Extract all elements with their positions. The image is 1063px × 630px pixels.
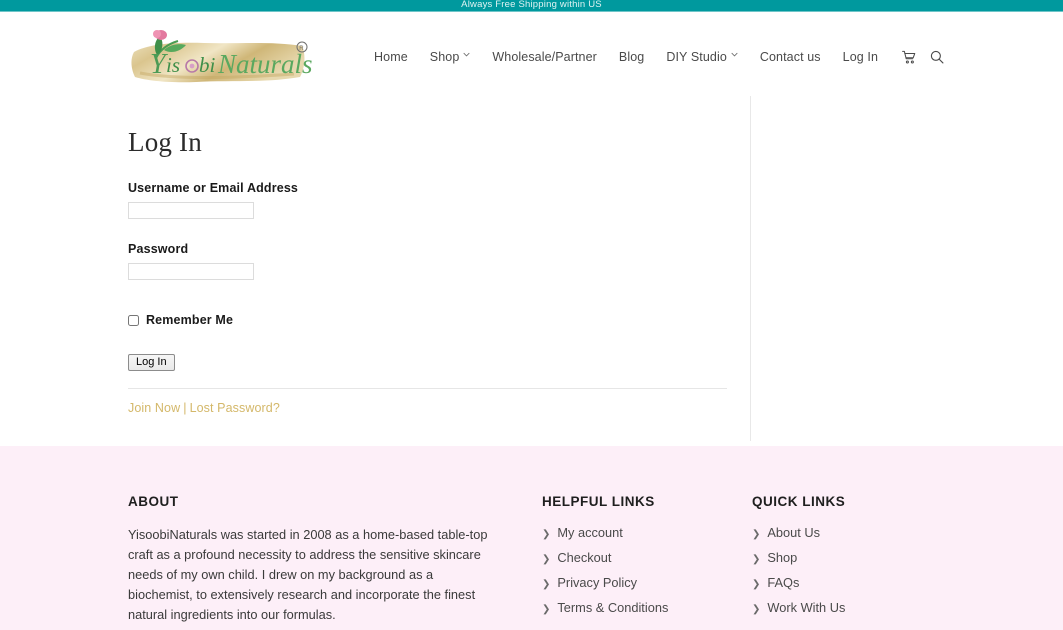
main-content: Log In Username or Email Address Passwor…: [0, 91, 1063, 446]
password-field-group: Password: [128, 242, 728, 280]
username-field-group: Username or Email Address: [128, 181, 728, 219]
chevron-right-icon: ❯: [752, 529, 761, 540]
header-icon-group: [900, 48, 945, 65]
search-icon[interactable]: [928, 48, 945, 65]
nav-item-blog[interactable]: Blog: [608, 50, 655, 64]
quick-links-list: ❯ About Us ❯ Shop ❯ FAQs ❯ Work With Us: [752, 525, 962, 615]
login-form-section: Log In Username or Email Address Passwor…: [128, 91, 728, 415]
nav-item-log-in[interactable]: Log In: [832, 50, 889, 64]
site-footer: ABOUT YisoobiNaturals was started in 200…: [0, 446, 1063, 630]
chevron-right-icon: ❯: [542, 579, 551, 590]
nav-label-diy-studio: DIY Studio: [666, 49, 727, 64]
link-separator: |: [183, 401, 187, 415]
sidebar-divider: [750, 96, 751, 441]
svg-text:R: R: [299, 46, 304, 52]
lost-password-link[interactable]: Lost Password?: [190, 401, 280, 415]
footer-link-privacy-policy[interactable]: Privacy Policy: [557, 575, 637, 590]
form-divider: [128, 388, 727, 389]
site-header: Y is bi Naturals R Home Shop Wholesale/P…: [0, 12, 1063, 91]
nav-item-home[interactable]: Home: [363, 50, 419, 64]
footer-columns: ABOUT YisoobiNaturals was started in 200…: [128, 446, 1063, 625]
chevron-right-icon: ❯: [542, 529, 551, 540]
helpful-links-list: ❯ My account ❯ Checkout ❯ Privacy Policy…: [542, 525, 752, 615]
footer-heading-about: ABOUT: [128, 494, 179, 509]
chevron-right-icon: ❯: [542, 554, 551, 565]
list-item: ❯ FAQs: [752, 575, 962, 590]
username-input[interactable]: [128, 202, 254, 219]
promo-banner-text: Always Free Shipping within US: [461, 0, 602, 10]
svg-text:Naturals: Naturals: [217, 49, 313, 79]
site-logo[interactable]: Y is bi Naturals R: [126, 28, 314, 94]
promo-banner: Always Free Shipping within US: [0, 0, 1063, 12]
main-navigation: Home Shop Wholesale/Partner Blog DIY Stu…: [363, 48, 945, 65]
svg-text:bi: bi: [199, 53, 216, 77]
chevron-right-icon: ❯: [542, 604, 551, 615]
footer-column-helpful-links: HELPFUL LINKS ❯ My account ❯ Checkout ❯ …: [542, 446, 752, 625]
svg-text:is: is: [166, 53, 180, 77]
footer-link-my-account[interactable]: My account: [557, 525, 622, 540]
remember-me-checkbox[interactable]: [128, 314, 139, 326]
chevron-right-icon: ❯: [752, 604, 761, 615]
username-label: Username or Email Address: [128, 181, 299, 195]
nav-item-wholesale-partner[interactable]: Wholesale/Partner: [481, 50, 608, 64]
password-input[interactable]: [128, 263, 254, 280]
chevron-down-icon: [463, 52, 470, 59]
footer-about-text: YisoobiNaturals was started in 2008 as a…: [128, 527, 488, 622]
footer-link-shop[interactable]: Shop: [767, 550, 797, 565]
remember-me-row: Remember Me: [128, 313, 728, 327]
nav-label-home: Home: [374, 49, 408, 64]
chevron-right-icon: ❯: [752, 579, 761, 590]
chevron-right-icon: ❯: [752, 554, 761, 565]
page-title: Log In: [128, 127, 202, 157]
list-item: ❯ My account: [542, 525, 752, 540]
nav-label-log-in: Log In: [842, 49, 878, 64]
footer-heading-helpful-links: HELPFUL LINKS: [542, 494, 655, 509]
password-label: Password: [128, 242, 189, 256]
nav-item-diy-studio[interactable]: DIY Studio: [655, 50, 749, 64]
list-item: ❯ Privacy Policy: [542, 575, 752, 590]
footer-link-faqs[interactable]: FAQs: [767, 575, 799, 590]
list-item: ❯ Work With Us: [752, 600, 962, 615]
nav-item-shop[interactable]: Shop: [419, 50, 482, 64]
join-now-link[interactable]: Join Now: [128, 401, 180, 415]
remember-me-label[interactable]: Remember Me: [146, 313, 233, 327]
footer-column-about: ABOUT YisoobiNaturals was started in 200…: [128, 446, 542, 625]
nav-label-shop: Shop: [429, 49, 460, 64]
chevron-down-icon: [731, 52, 738, 59]
list-item: ❯ Checkout: [542, 550, 752, 565]
footer-heading-quick-links: QUICK LINKS: [752, 494, 846, 509]
submit-row: Log In: [128, 352, 728, 371]
nav-label-blog: Blog: [618, 49, 645, 64]
auxiliary-links: Join Now | Lost Password?: [128, 401, 728, 415]
list-item: ❯ Terms & Conditions: [542, 600, 752, 615]
footer-link-work-with-us[interactable]: Work With Us: [767, 600, 845, 615]
nav-label-wholesale-partner: Wholesale/Partner: [492, 49, 597, 64]
footer-link-checkout[interactable]: Checkout: [557, 550, 611, 565]
footer-column-quick-links: QUICK LINKS ❯ About Us ❯ Shop ❯ FAQs ❯ W…: [752, 446, 962, 625]
footer-link-about-us[interactable]: About Us: [767, 525, 820, 540]
cart-icon[interactable]: [900, 48, 917, 65]
list-item: ❯ Shop: [752, 550, 962, 565]
nav-item-contact-us[interactable]: Contact us: [749, 50, 832, 64]
nav-label-contact-us: Contact us: [759, 49, 821, 64]
footer-link-terms-conditions[interactable]: Terms & Conditions: [557, 600, 668, 615]
list-item: ❯ About Us: [752, 525, 962, 540]
log-in-button[interactable]: Log In: [128, 354, 175, 371]
